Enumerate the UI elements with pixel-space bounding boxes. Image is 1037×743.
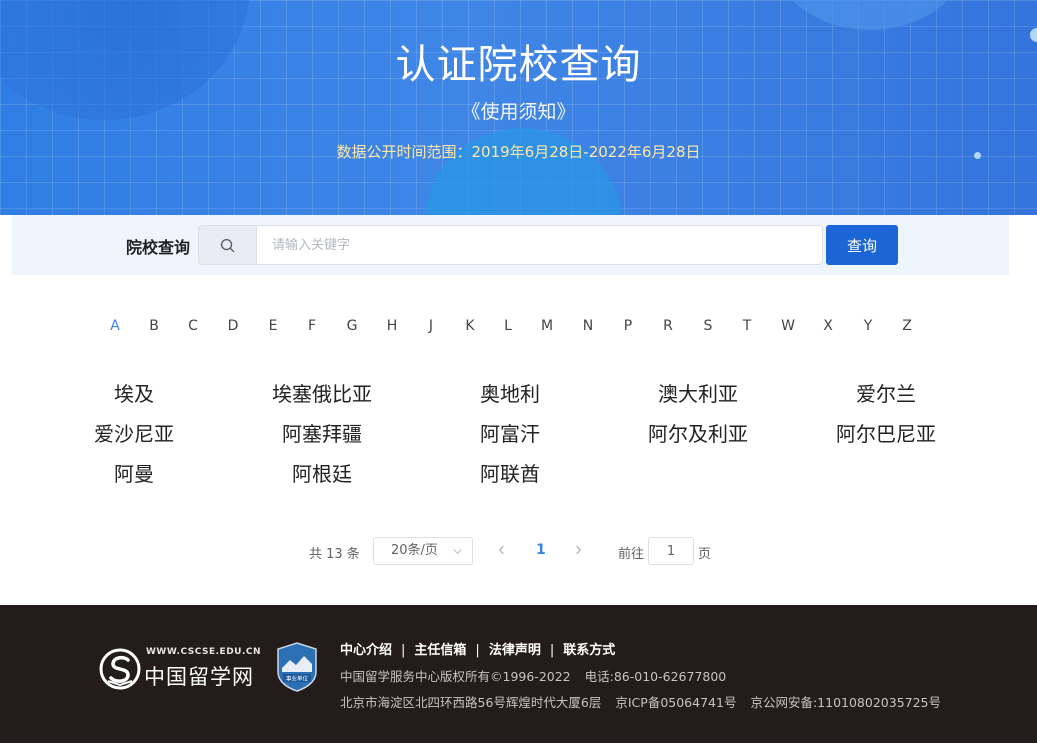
footer-link-contact[interactable]: 联系方式 [563, 643, 615, 658]
country-item[interactable]: 爱沙尼亚 [40, 423, 228, 445]
logo-domain-text: WWW.CSCSE.EDU.CN [146, 647, 262, 657]
footer-link-legal[interactable]: 法律声明 [489, 643, 541, 658]
letter-B[interactable]: B [149, 318, 159, 334]
footer-links: 中心介绍 | 主任信箱 | 法律声明 | 联系方式 [340, 639, 615, 658]
search-icon-prefix [198, 225, 256, 265]
phone-text: 电话:86-010-62677800 [584, 669, 727, 684]
country-item[interactable]: 阿联酋 [416, 463, 604, 485]
letter-F[interactable]: F [308, 318, 316, 334]
badge-text: 事业单位 [286, 675, 309, 683]
country-item[interactable]: 爱尔兰 [792, 383, 980, 405]
footer-link-mailbox[interactable]: 主任信箱 [414, 643, 466, 658]
chevron-left-icon[interactable] [496, 544, 507, 556]
address-text: 北京市海淀区北四环西路56号辉煌时代大厦6层 [340, 695, 602, 710]
letter-P[interactable]: P [624, 318, 632, 334]
letter-G[interactable]: G [347, 318, 358, 334]
letter-W[interactable]: W [781, 318, 795, 334]
icp-text[interactable]: 京ICP备05064741号 [615, 695, 736, 710]
public-institution-badge-icon[interactable]: 事业单位 [276, 642, 318, 692]
letter-J[interactable]: J [429, 318, 433, 334]
usage-notice-link[interactable]: 《使用须知》 [0, 97, 1037, 124]
page-number-current[interactable]: 1 [536, 542, 546, 558]
site-logo[interactable]: WWW.CSCSE.EDU.CN 中国留学网 [98, 645, 262, 697]
country-item[interactable]: 阿富汗 [416, 423, 604, 445]
pagination: 共 13 条 20条/页 1 前往 页 [0, 537, 1037, 565]
letter-Z[interactable]: Z [902, 318, 912, 334]
country-item[interactable]: 澳大利亚 [604, 383, 792, 405]
search-icon [220, 238, 235, 252]
footer-link-about[interactable]: 中心介绍 [340, 643, 392, 658]
letter-N[interactable]: N [583, 318, 593, 334]
letter-X[interactable]: X [823, 318, 833, 334]
footer-link-separator: | [475, 643, 480, 658]
letter-D[interactable]: D [228, 318, 239, 334]
country-item[interactable]: 阿曼 [40, 463, 228, 485]
letter-E[interactable]: E [269, 318, 278, 334]
letter-C[interactable]: C [188, 318, 198, 334]
country-item[interactable]: 奥地利 [416, 383, 604, 405]
goto-page-input[interactable] [648, 537, 694, 565]
country-list: 埃及 埃塞俄比亚 奥地利 澳大利亚 爱尔兰 爱沙尼亚 阿塞拜疆 阿富汗 阿尔及利… [40, 383, 980, 485]
search-bar: 院校查询 查询 [12, 215, 1009, 275]
letter-H[interactable]: H [387, 318, 398, 334]
country-item[interactable]: 阿尔巴尼亚 [792, 423, 980, 445]
chevron-right-icon[interactable] [573, 544, 584, 556]
date-range-text: 数据公开时间范围：2019年6月28日-2022年6月28日 [336, 143, 701, 161]
logo-name-text: 中国留学网 [144, 665, 254, 689]
footer: WWW.CSCSE.EDU.CN 中国留学网 事业单位 中心介绍 | 主任信箱 | 法律… [0, 605, 1037, 743]
footer-link-separator: | [549, 643, 555, 658]
footer-copyright-line: 中国留学服务中心版权所有©1996-2022 电话:86-010-62677800 [340, 666, 726, 685]
goto-suffix: 页 [698, 547, 712, 562]
letter-S[interactable]: S [704, 318, 713, 334]
footer-link-separator: | [401, 643, 406, 658]
country-item[interactable]: 埃塞俄比亚 [228, 383, 416, 405]
page-title: 认证院校查询 [395, 42, 642, 88]
page-size-select[interactable]: 20条/页 [373, 537, 473, 565]
letter-T[interactable]: T [743, 318, 752, 334]
goto-label: 前往 [618, 547, 645, 562]
alphabet-filter: A B C D E F G H J K L M N P R S T W X Y … [0, 318, 1037, 336]
search-button[interactable]: 查询 [826, 225, 898, 265]
search-input[interactable] [256, 225, 823, 265]
letter-R[interactable]: R [663, 318, 673, 334]
country-item[interactable]: 阿尔及利亚 [604, 423, 792, 445]
country-item[interactable]: 阿根廷 [228, 463, 416, 485]
page-size-value: 20条/页 [391, 543, 438, 558]
search-label: 院校查询 [126, 238, 191, 257]
letter-M[interactable]: M [541, 318, 553, 334]
copyright-text: 中国留学服务中心版权所有©1996-2022 [340, 669, 571, 684]
chevron-down-icon [453, 549, 462, 555]
country-item[interactable]: 埃及 [40, 383, 228, 405]
letter-A[interactable]: A [110, 318, 120, 334]
logo-emblem-icon [99, 648, 141, 690]
police-record-text[interactable]: 京公网安备:11010802035725号 [750, 695, 941, 710]
hero-banner: 认证院校查询 《使用须知》 数据公开时间范围：2019年6月28日-2022年6… [0, 0, 1037, 215]
letter-K[interactable]: K [465, 318, 474, 334]
letter-L[interactable]: L [504, 318, 512, 334]
total-count: 共 13 条 [309, 547, 360, 562]
letter-Y[interactable]: Y [864, 318, 873, 334]
country-item[interactable]: 阿塞拜疆 [228, 423, 416, 445]
footer-address-line: 北京市海淀区北四环西路56号辉煌时代大厦6层 京ICP备05064741号 京公网安… [340, 692, 941, 711]
